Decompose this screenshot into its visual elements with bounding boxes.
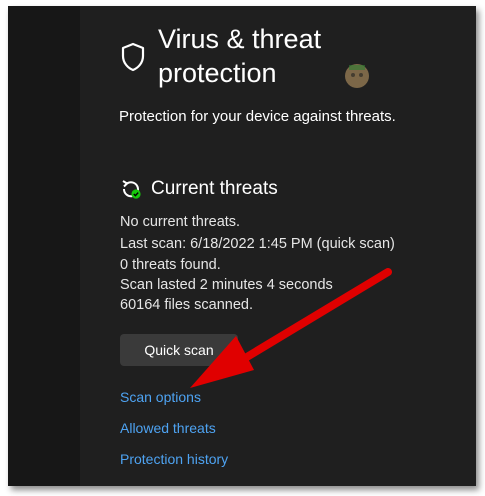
quick-scan-button[interactable]: Quick scan — [120, 334, 238, 366]
navigation-sidebar — [8, 6, 80, 486]
scan-options-link[interactable]: Scan options — [120, 389, 201, 405]
files-scanned-text: 60164 files scanned. — [120, 297, 254, 313]
threat-scan-icon — [122, 180, 141, 199]
scan-duration-text: Scan lasted 2 minutes 4 seconds — [120, 277, 333, 293]
page-title: Virus & threat protection — [158, 24, 322, 88]
allowed-threats-link[interactable]: Allowed threats — [120, 420, 216, 436]
threats-found-text: 0 threats found. — [120, 257, 221, 273]
page-subtitle: Protection for your device against threa… — [119, 108, 396, 125]
last-scan-text: Last scan: 6/18/2022 1:45 PM (quick scan… — [120, 236, 395, 252]
section-title-current-threats: Current threats — [151, 178, 278, 199]
app-window: Virus & threat protection Protection for… — [8, 6, 476, 486]
shield-icon — [121, 42, 145, 72]
watermark-logo-icon — [345, 64, 369, 88]
protection-history-link[interactable]: Protection history — [120, 451, 228, 467]
threat-status-text: No current threats. — [120, 214, 241, 230]
main-content: Virus & threat protection Protection for… — [80, 6, 476, 486]
